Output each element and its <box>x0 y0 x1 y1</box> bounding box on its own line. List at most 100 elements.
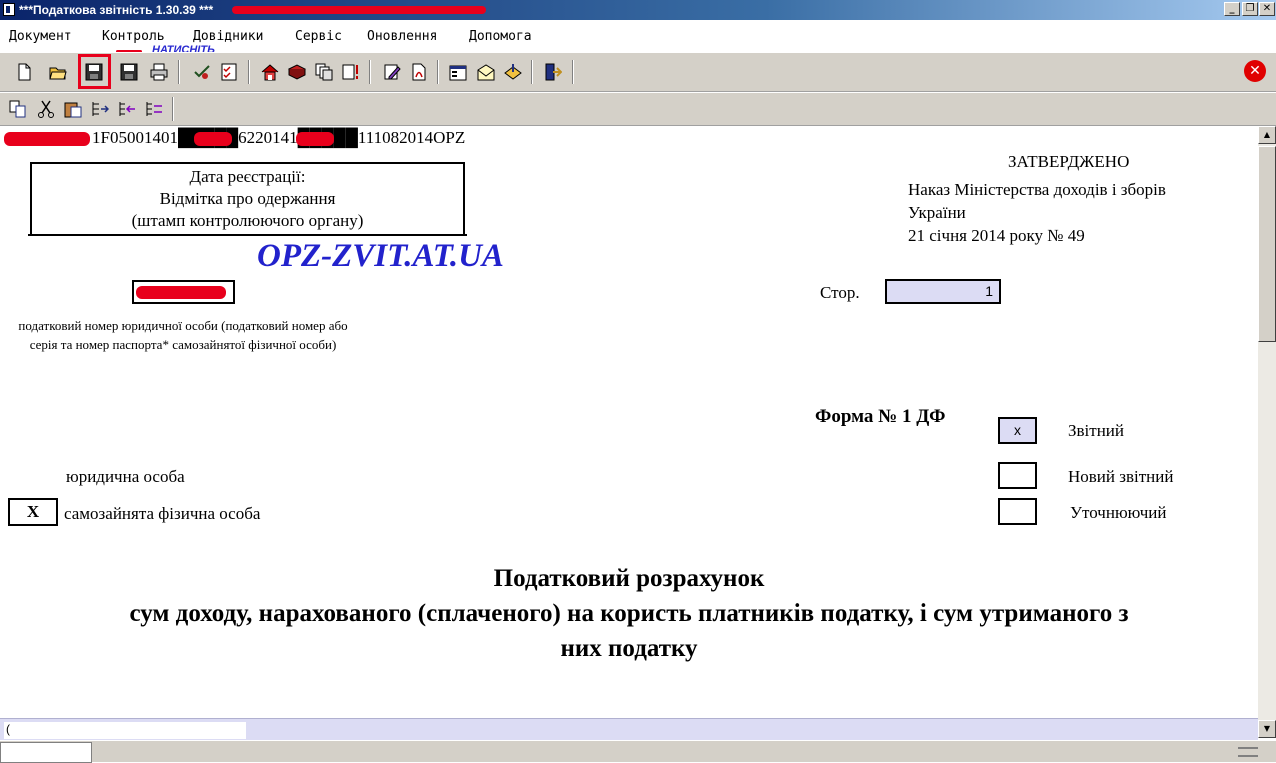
move-rows-icon <box>119 102 135 116</box>
bottom-bar <box>0 740 1276 763</box>
insert-row-icon <box>92 102 109 116</box>
page-number-field[interactable]: 1 <box>885 279 1001 304</box>
main-toolbar <box>0 52 1276 92</box>
menu-control[interactable]: Контроль <box>102 29 165 44</box>
tax-id-caption: податковий номер юридичної особи (податк… <box>18 318 348 352</box>
sheet-tab[interactable] <box>0 742 92 763</box>
send-icon <box>504 64 522 80</box>
toolbar-separator <box>437 60 439 84</box>
copy-icon <box>9 100 26 118</box>
report-type-new-label: Новий звітний <box>1068 467 1174 486</box>
page-label: Стор. <box>820 283 860 302</box>
entity-self-employed-checkbox[interactable]: X <box>8 498 58 526</box>
heading-line-1: Податковий розрахунок <box>493 565 765 592</box>
send-button[interactable] <box>501 60 525 84</box>
document-canvas: 1F05001401█████6220141█████111082014OPZ … <box>0 126 1258 718</box>
scroll-down-button[interactable]: ▼ <box>1258 720 1276 738</box>
exit-door-icon <box>545 63 562 81</box>
order-reference: Наказ Міністерства доходів і зборів Укра… <box>908 178 1248 247</box>
edit-pen-icon <box>384 64 401 80</box>
report-type-new-checkbox[interactable] <box>998 462 1037 489</box>
save-as-button[interactable] <box>117 60 141 84</box>
app-icon <box>3 3 15 16</box>
stamp-line-2: Відмітка про одержання <box>159 189 336 208</box>
close-document-button[interactable]: ✕ <box>1244 60 1266 82</box>
save-highlight-frame <box>78 54 111 89</box>
entity-legal-label: юридична особа <box>66 467 185 486</box>
move-rows-button[interactable] <box>115 97 139 121</box>
open-button[interactable] <box>46 60 70 84</box>
registration-stamp-box: Дата реєстрації: Відмітка про одержання … <box>28 162 467 236</box>
copy-button[interactable] <box>6 97 30 121</box>
toolbar-separator <box>248 60 250 84</box>
close-window-button[interactable]: ✕ <box>1259 2 1275 16</box>
redaction-mark <box>194 132 232 146</box>
print-icon <box>150 63 168 81</box>
check-icon <box>194 65 210 79</box>
order-line-2: України <box>908 203 966 222</box>
new-document-button[interactable] <box>12 60 36 84</box>
print-button[interactable] <box>147 60 171 84</box>
alert-doc-button[interactable] <box>339 60 363 84</box>
insert-row-button[interactable] <box>88 97 112 121</box>
book-button[interactable] <box>285 60 309 84</box>
restore-button[interactable]: ❐ <box>1242 2 1258 16</box>
mail-button[interactable] <box>474 60 498 84</box>
report-type-clarifying-label: Уточнюючий <box>1070 503 1167 522</box>
paste-icon <box>64 102 82 118</box>
report-type-regular-checkbox[interactable]: x <box>998 417 1037 444</box>
redaction-mark <box>136 286 226 299</box>
scrollbar-thumb[interactable] <box>1258 146 1276 342</box>
menu-directories[interactable]: Довідники <box>193 29 263 44</box>
toolbar-separator <box>531 60 533 84</box>
copy-pages-icon <box>315 63 333 81</box>
home-button[interactable] <box>258 60 282 84</box>
minimize-button[interactable]: _ <box>1224 2 1240 16</box>
approved-label: ЗАТВЕРДЖЕНО <box>1008 152 1130 171</box>
toolbar-separator <box>369 60 371 84</box>
properties-icon <box>449 65 467 81</box>
main-heading: Податковий розрахунок сум доходу, нарахо… <box>0 561 1258 666</box>
status-strip: ( <box>0 718 1258 740</box>
status-field[interactable]: ( <box>4 722 246 739</box>
save-as-icon <box>120 63 138 81</box>
menu-service[interactable]: Сервіс <box>295 29 342 44</box>
pdf-button[interactable] <box>407 60 431 84</box>
paste-button[interactable] <box>61 97 85 121</box>
book-icon <box>288 64 306 80</box>
delete-rows-button[interactable] <box>142 97 166 121</box>
arrow-up-icon: ▲ <box>1263 130 1271 139</box>
properties-button[interactable] <box>446 60 470 84</box>
resize-grip-icon[interactable] <box>1238 747 1258 757</box>
report-type-clarifying-checkbox[interactable] <box>998 498 1037 525</box>
scroll-up-button[interactable]: ▲ <box>1258 126 1276 144</box>
vertical-scrollbar[interactable]: ▲ ▼ <box>1258 126 1276 738</box>
exit-app-button[interactable] <box>541 60 565 84</box>
check-button[interactable] <box>190 60 214 84</box>
checklist-icon <box>221 63 237 81</box>
cut-button[interactable] <box>34 97 58 121</box>
heading-line-2: сум доходу, нарахованого (сплаченого) на… <box>129 600 1129 627</box>
edit-toolbar <box>0 92 1276 126</box>
toolbar-separator <box>172 97 174 121</box>
stamp-line-1: Дата реєстрації: <box>189 167 306 186</box>
stamp-line-3: (штамп контролюючого органу) <box>131 211 364 230</box>
entity-self-employed-label: самозайнята фізична особа <box>64 504 261 523</box>
toolbar-separator <box>178 60 180 84</box>
menu-bar: Документ Контроль Довідники Сервіс Оновл… <box>0 20 1276 56</box>
tax-id-field[interactable] <box>132 280 235 304</box>
document-code: 1F05001401█████6220141█████111082014OPZ <box>92 128 466 147</box>
toolbar-separator <box>572 60 574 84</box>
arrow-down-icon: ▼ <box>1263 724 1271 733</box>
home-icon <box>261 64 279 81</box>
order-line-3: 21 січня 2014 року № 49 <box>908 226 1085 245</box>
menu-document[interactable]: Документ <box>9 29 72 44</box>
menu-help[interactable]: Допомога <box>469 29 532 44</box>
menu-updates[interactable]: Оновлення <box>367 29 437 44</box>
redaction-mark <box>4 132 90 146</box>
checklist-button[interactable] <box>217 60 241 84</box>
redaction-mark <box>232 6 486 14</box>
report-type-regular-label: Звітний <box>1068 421 1124 440</box>
copy-pages-button[interactable] <box>312 60 336 84</box>
edit-button[interactable] <box>380 60 404 84</box>
